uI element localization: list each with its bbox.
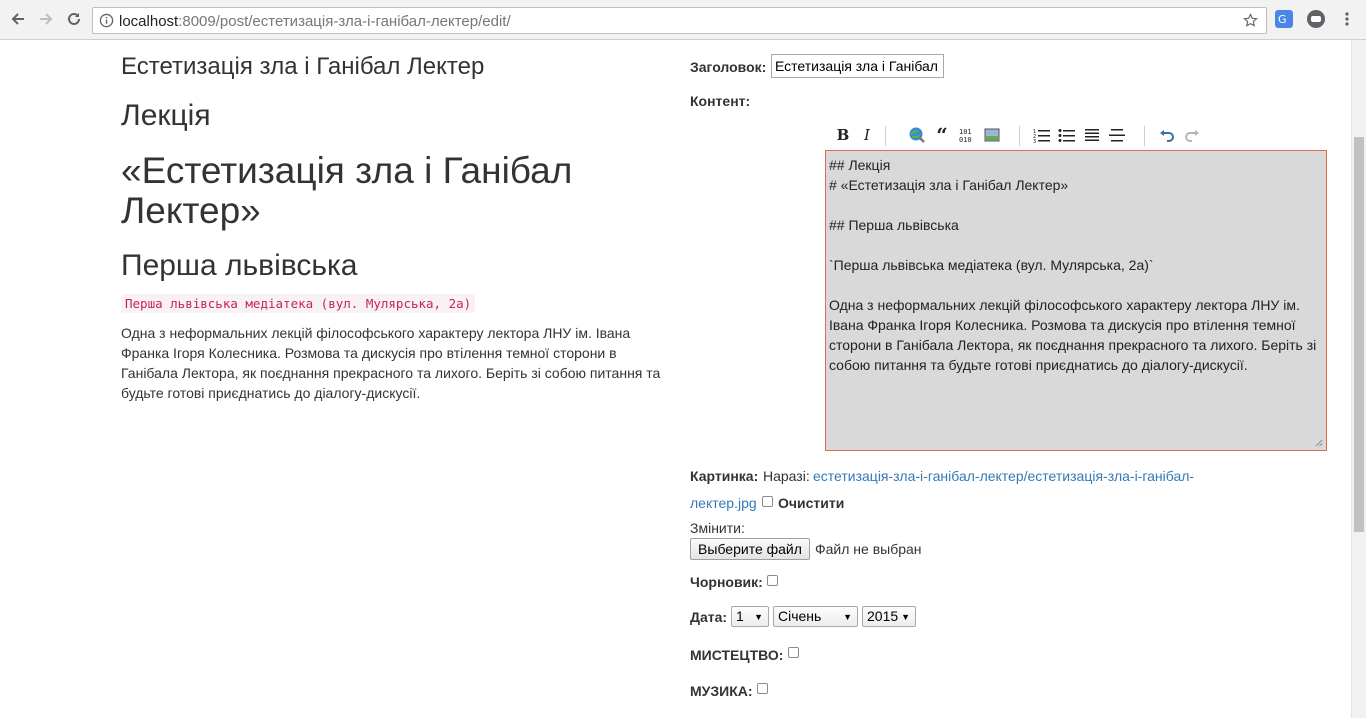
preview-code-address: Перша львівська медіатека (вул. Мулярськ… <box>121 294 476 313</box>
link-icon[interactable] <box>906 124 928 146</box>
choose-file-button[interactable]: Выберите файл <box>690 538 810 560</box>
info-icon[interactable] <box>99 13 114 28</box>
svg-text:101: 101 <box>959 128 972 136</box>
image-current-prefix: Наразі: <box>763 468 810 484</box>
translate-extension-icon[interactable]: G <box>1275 10 1293 28</box>
kebab-menu-icon <box>1345 12 1349 26</box>
url-path: :8009/post/естетизація-зла-і-ганібал-лек… <box>178 13 511 30</box>
date-day-value: 1 <box>736 608 744 624</box>
page-scrollbar[interactable] <box>1351 40 1366 718</box>
ordered-list-icon[interactable]: 123 <box>1031 124 1053 146</box>
change-image-label: Змінити: <box>690 520 745 536</box>
forward-arrow-icon <box>40 13 53 25</box>
preview-heading-lecture: Лекція <box>121 99 211 132</box>
toolbar-separator <box>885 126 886 146</box>
date-year-value: 2015 <box>867 608 899 624</box>
clear-image-checkbox[interactable] <box>762 496 773 507</box>
back-button[interactable] <box>7 8 29 30</box>
horizontal-rule-icon[interactable] <box>1106 124 1128 146</box>
toolbar-separator <box>1144 126 1145 146</box>
quote-icon[interactable]: “ <box>931 123 953 147</box>
title-input[interactable] <box>771 54 944 78</box>
dropdown-arrow-icon: ▼ <box>901 612 910 622</box>
bold-icon[interactable]: B <box>832 124 854 146</box>
unordered-list-icon[interactable] <box>1056 124 1078 146</box>
preview-heading-main: «Естетизація зла і Ганібал Лектер» <box>121 150 573 231</box>
browser-toolbar: localhost:8009/post/естетизація-зла-і-га… <box>0 0 1366 40</box>
category-music-checkbox[interactable] <box>757 683 768 694</box>
dropdown-arrow-icon: ▼ <box>843 612 852 622</box>
url-host: localhost <box>119 13 179 30</box>
image-current-link[interactable]: естетизація-зла-і-ганібал-лектер/естетиз… <box>813 468 1194 484</box>
content-label: Контент: <box>690 93 751 109</box>
scrollbar-thumb[interactable] <box>1354 137 1364 532</box>
dropdown-arrow-icon: ▼ <box>754 612 763 622</box>
back-arrow-icon <box>11 13 24 25</box>
category-music-label: МУЗИКА: <box>690 683 753 699</box>
category-art-checkbox[interactable] <box>788 647 799 658</box>
date-year-select[interactable]: 2015 ▼ <box>862 606 916 627</box>
italic-icon[interactable]: I <box>856 124 878 146</box>
resize-grip-icon[interactable] <box>1315 439 1323 447</box>
image-current-link-cont[interactable]: лектер.jpg <box>690 495 757 511</box>
date-day-select[interactable]: 1 ▼ <box>731 606 769 627</box>
svg-text:G: G <box>1278 13 1287 26</box>
draft-checkbox[interactable] <box>767 575 778 586</box>
title-label: Заголовок: <box>690 59 767 75</box>
heading-icon[interactable] <box>1081 124 1103 146</box>
svg-text:010: 010 <box>959 136 972 144</box>
content-editor[interactable]: ## Лекція # «Естетизація зла і Ганібал Л… <box>825 150 1327 451</box>
redo-icon[interactable] <box>1181 124 1203 146</box>
preview-heading-venue: Перша львівська <box>121 249 358 282</box>
clear-image-label: Очистити <box>778 495 845 511</box>
privacy-extension-icon[interactable] <box>1307 10 1325 28</box>
bookmark-star-icon[interactable] <box>1243 13 1258 28</box>
category-art-label: МИСТЕЦТВО: <box>690 647 784 663</box>
preview-paragraph: Одна з неформальних лекцій філософського… <box>121 325 661 401</box>
code-icon[interactable]: 101 010 <box>956 124 978 146</box>
toolbar-separator <box>1019 126 1020 146</box>
image-label: Картинка: <box>690 468 759 484</box>
date-month-select[interactable]: Січень ▼ <box>773 606 858 627</box>
reload-button[interactable] <box>63 8 85 30</box>
preview-title: Естетизація зла і Ганібал Лектер <box>121 53 485 80</box>
image-icon[interactable] <box>981 124 1003 146</box>
undo-icon[interactable] <box>1156 124 1178 146</box>
editor-toolbar: B I “ 101 010 123 <box>828 123 1208 148</box>
browser-menu-button[interactable] <box>1336 8 1358 30</box>
date-month-value: Січень <box>778 608 822 624</box>
forward-button[interactable] <box>35 8 57 30</box>
date-label: Дата: <box>690 609 728 625</box>
reload-icon <box>68 12 80 25</box>
address-bar[interactable]: localhost:8009/post/естетизація-зла-і-га… <box>92 7 1267 34</box>
file-status-text: Файл не выбран <box>815 541 922 557</box>
svg-text:3: 3 <box>1033 139 1036 144</box>
draft-label: Чорновик: <box>690 574 763 590</box>
url-text[interactable]: localhost:8009/post/естетизація-зла-і-га… <box>119 13 511 30</box>
